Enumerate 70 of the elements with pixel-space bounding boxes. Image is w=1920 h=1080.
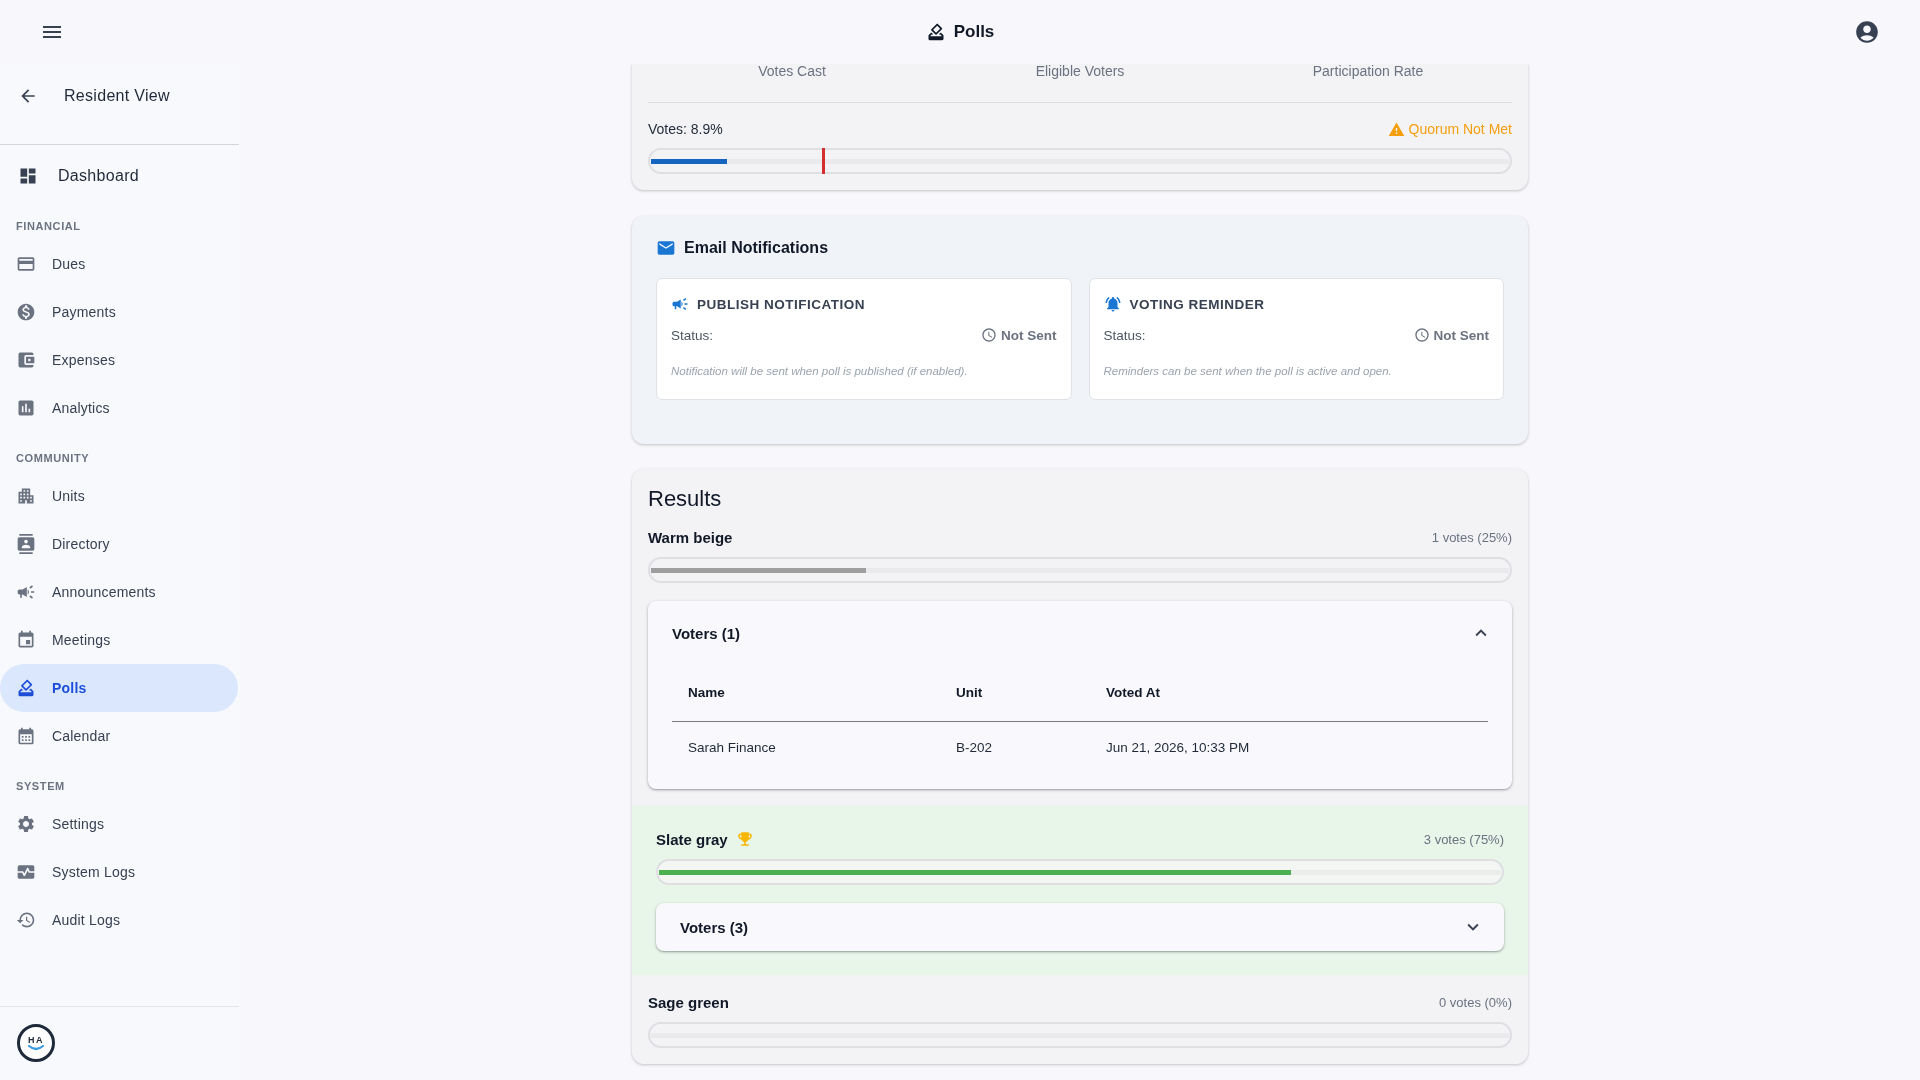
voters-toggle[interactable]: Voters (3): [656, 903, 1504, 951]
nav-item[interactable]: Dues: [0, 240, 238, 288]
stat-label: Participation Rate: [1311, 64, 1425, 78]
table-cell: Jun 21, 2026, 10:33 PM: [1090, 721, 1488, 773]
nav-item[interactable]: Calendar: [0, 712, 238, 760]
column-header: Unit: [940, 665, 1090, 721]
warning-icon: [1387, 120, 1405, 138]
page-title: Polls: [953, 21, 995, 43]
vote-count: 1 votes (25%): [1431, 529, 1512, 545]
column-header: Name: [672, 665, 940, 721]
status-label: Status:: [671, 327, 714, 343]
contact-card-icon: [16, 534, 36, 554]
status-value: Not Sent: [981, 327, 1057, 343]
mail-icon: [656, 238, 676, 258]
section-heading: SYSTEM: [15, 779, 66, 794]
dollar-coin-icon: [16, 302, 36, 322]
option-name: Slate gray: [656, 830, 728, 848]
nav-item[interactable]: Dashboard: [0, 152, 238, 200]
section-heading: FINANCIAL: [15, 219, 82, 234]
clock-icon: [1413, 327, 1430, 343]
table-cell: B-202: [940, 721, 1090, 773]
trophy-icon: [735, 830, 754, 848]
bar-chart-icon: [16, 398, 36, 418]
table-cell: Sarah Finance: [672, 721, 940, 773]
history-icon: [16, 910, 36, 930]
column-header: Voted At: [1090, 665, 1488, 721]
nav-item[interactable]: Analytics: [0, 384, 238, 432]
vote-count: 3 votes (75%): [1423, 831, 1504, 847]
nav-item[interactable]: Directory: [0, 520, 238, 568]
option-name: Sage green: [648, 993, 729, 1011]
nav-item[interactable]: Polls: [0, 664, 238, 712]
quorum-status: Quorum Not Met: [1387, 120, 1512, 138]
nav-item[interactable]: System Logs: [0, 848, 238, 896]
bell-icon: [1103, 295, 1122, 313]
settings-icon: [16, 814, 36, 834]
vote-count: 0 votes (0%): [1439, 994, 1512, 1010]
credit-card-icon: [16, 254, 36, 274]
stat-label: Votes Cast: [757, 64, 827, 78]
logo: HA: [17, 1024, 55, 1062]
account-icon[interactable]: [1854, 19, 1880, 45]
votes-percentage: Votes: 8.9%: [648, 121, 723, 137]
back-button[interactable]: Resident View: [0, 72, 238, 120]
buildings-icon: [16, 486, 36, 506]
wallet-icon: [16, 350, 36, 370]
nav-item[interactable]: Announcements: [0, 568, 238, 616]
ballot-box-icon: [16, 678, 36, 698]
stat-label: Eligible Voters: [1034, 64, 1126, 78]
clock-icon: [981, 327, 997, 343]
status-label: Status:: [1103, 327, 1146, 343]
option-name: Warm beige: [648, 528, 733, 546]
megaphone-icon: [671, 295, 689, 313]
nav-item[interactable]: Expenses: [0, 336, 238, 384]
voters-toggle[interactable]: Voters (1): [648, 601, 1512, 665]
calendar-icon: [16, 630, 36, 650]
notification-note: Notification will be sent when poll is published (if enabled).: [671, 364, 969, 379]
nav-item[interactable]: Meetings: [0, 616, 238, 664]
nav-item[interactable]: Settings: [0, 800, 238, 848]
section-title: Results: [648, 485, 723, 513]
notification-title: PUBLISH NOTIFICATION: [697, 296, 865, 312]
nav-item[interactable]: Payments: [0, 288, 238, 336]
section-heading: COMMUNITY: [15, 451, 91, 466]
nav-item[interactable]: Audit Logs: [0, 896, 238, 944]
notification-title: VOTING REMINDER: [1129, 296, 1265, 312]
status-value: Not Sent: [1413, 327, 1489, 343]
nav-item[interactable]: Units: [0, 472, 238, 520]
dashboard-grid-icon: [18, 166, 38, 186]
notification-note: Reminders can be sent when the poll is active and open.: [1103, 364, 1393, 379]
calendar-icon: [16, 726, 36, 746]
pulse-monitor-icon: [16, 862, 36, 882]
section-title: Email Notifications: [684, 239, 829, 257]
